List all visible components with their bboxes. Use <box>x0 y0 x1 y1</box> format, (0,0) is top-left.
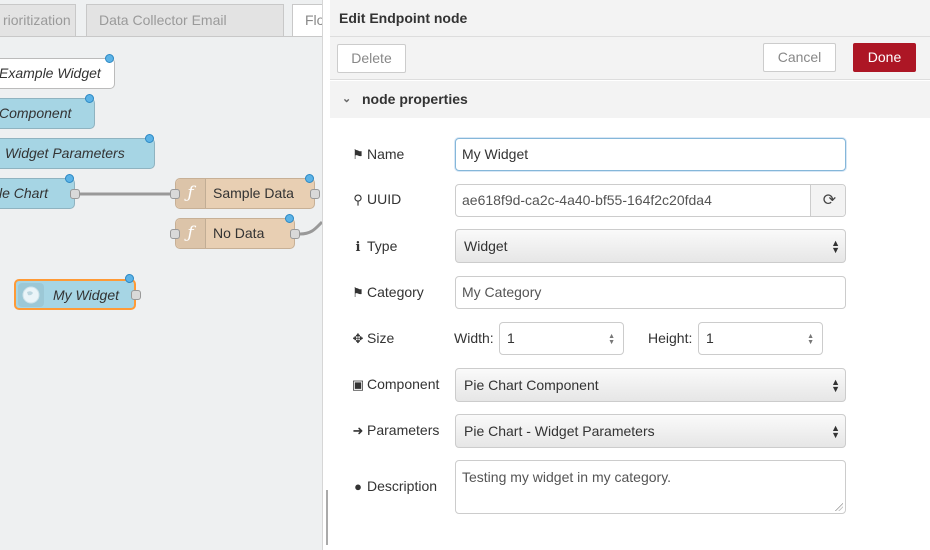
component-select[interactable]: Pie Chart Component ▲ ▼ <box>455 368 846 402</box>
node-sample-data[interactable]: ƒ Sample Data <box>175 178 315 209</box>
category-row: ⚑ Category My Category <box>330 276 930 310</box>
node-status-dot <box>85 94 94 103</box>
refresh-icon[interactable]: ⟳ <box>810 185 845 216</box>
name-row: ⚑ Name My Widget <box>330 138 930 172</box>
select-arrows-icon: ▲ ▼ <box>831 238 840 255</box>
type-label: i Type <box>351 238 398 255</box>
resize-handle-icon[interactable] <box>835 503 843 511</box>
node-status-dot <box>145 134 154 143</box>
function-icon: ƒ <box>176 219 206 248</box>
parameters-row: ➜ Parameters Pie Chart - Widget Parameter… <box>330 414 930 449</box>
node-label: Component <box>0 105 72 121</box>
description-field[interactable]: Testing my widget in my category. <box>455 460 846 514</box>
height-value: 1 <box>706 330 714 346</box>
output-port[interactable] <box>310 189 320 199</box>
height-label: Height: <box>648 330 693 346</box>
key-icon: ⚲ <box>353 192 363 207</box>
node-widget-parameters[interactable]: Widget Parameters <box>0 138 155 169</box>
node-no-data[interactable]: ƒ No Data <box>175 218 295 249</box>
input-port[interactable] <box>170 229 180 239</box>
tag-icon: ⚑ <box>352 147 364 162</box>
output-port[interactable] <box>131 290 141 300</box>
select-arrows-icon: ▲ ▼ <box>831 423 840 440</box>
node-label: Sample Data <box>213 185 294 201</box>
tags-icon: ⚑ <box>352 285 364 300</box>
description-row: ● Description Testing my widget in my cat… <box>330 460 930 514</box>
node-label: Example Widget <box>0 65 101 81</box>
component-value: Pie Chart Component <box>464 377 599 393</box>
info-icon: i <box>355 240 361 255</box>
sign-in-icon: ➜ <box>352 423 364 438</box>
parameters-label: ➜ Parameters <box>352 422 440 438</box>
tray-title: Edit Endpoint node <box>330 0 930 37</box>
spinner-icon[interactable]: ▲ ▼ <box>807 323 814 346</box>
name-label: ⚑ Name <box>352 146 405 162</box>
uuid-row: ⚲ UUID ae618f9d-ca2c-4a40-bf55-164f2c20fd… <box>330 184 930 218</box>
node-status-dot <box>65 174 74 183</box>
globe-icon <box>18 283 44 307</box>
component-row: ▣ Component Pie Chart Component ▲ ▼ <box>330 368 930 403</box>
flow-canvas[interactable]: rioritization Data Collector Email Flo E… <box>0 0 322 550</box>
node-component[interactable]: Component <box>0 98 95 129</box>
splitter-grip[interactable] <box>326 490 328 545</box>
uuid-value: ae618f9d-ca2c-4a40-bf55-164f2c20fda4 <box>462 192 712 208</box>
node-label: No Data <box>213 225 265 241</box>
description-value: Testing my widget in my category. <box>462 469 672 485</box>
component-label: ▣ Component <box>351 376 440 392</box>
section-title: node properties <box>362 91 468 107</box>
tray-toolbar: Delete Cancel Done <box>330 37 930 80</box>
arrows-icon: ✥ <box>352 331 364 346</box>
height-field[interactable]: 1 ▲ ▼ <box>698 322 823 355</box>
node-label: My Widget <box>53 287 120 303</box>
size-label: ✥ Size <box>352 330 395 346</box>
category-field[interactable]: My Category <box>455 276 846 309</box>
width-label: Width: <box>454 330 494 346</box>
size-row: ✥ Size Width: 1 ▲ ▼ Height: 1 ▲ ▼ <box>330 322 930 356</box>
node-example-widget[interactable]: Example Widget <box>0 58 115 89</box>
input-port[interactable] <box>170 189 180 199</box>
panel-splitter[interactable] <box>322 0 330 550</box>
node-label: Widget Parameters <box>5 145 125 161</box>
type-row: i Type Widget ▲ ▼ <box>330 229 930 264</box>
type-select[interactable]: Widget ▲ ▼ <box>455 229 846 263</box>
node-status-dot <box>285 214 294 223</box>
name-field[interactable]: My Widget <box>455 138 846 171</box>
width-value: 1 <box>507 330 515 346</box>
delete-button[interactable]: Delete <box>337 44 406 73</box>
done-button[interactable]: Done <box>853 43 916 72</box>
category-label: ⚑ Category <box>352 284 424 300</box>
node-pie-chart[interactable]: le Chart <box>0 178 75 209</box>
cubes-icon: ▣ <box>351 377 365 392</box>
parameters-value: Pie Chart - Widget Parameters <box>464 423 655 439</box>
wire-no-data-out <box>299 220 322 236</box>
node-label: le Chart <box>0 185 49 201</box>
node-status-dot <box>125 274 134 283</box>
uuid-label: ⚲ UUID <box>351 191 401 208</box>
edit-tray: Edit Endpoint node Delete Cancel Done ⌄ … <box>330 0 930 550</box>
type-value: Widget <box>464 238 508 254</box>
node-status-dot <box>305 174 314 183</box>
chevron-down-icon: ⌄ <box>342 93 352 105</box>
width-field[interactable]: 1 ▲ ▼ <box>499 322 624 355</box>
parameters-select[interactable]: Pie Chart - Widget Parameters ▲ ▼ <box>455 414 846 448</box>
select-arrows-icon: ▲ ▼ <box>831 377 840 394</box>
output-port[interactable] <box>70 189 80 199</box>
description-label: ● Description <box>351 478 437 494</box>
cancel-button[interactable]: Cancel <box>763 43 836 72</box>
output-port[interactable] <box>290 229 300 239</box>
comment-icon: ● <box>354 479 362 494</box>
node-status-dot <box>105 54 114 63</box>
uuid-field[interactable]: ae618f9d-ca2c-4a40-bf55-164f2c20fda4 ⟳ <box>455 184 846 217</box>
node-properties-section[interactable]: ⌄ node properties <box>330 81 930 118</box>
spinner-icon[interactable]: ▲ ▼ <box>608 323 615 346</box>
function-icon: ƒ <box>176 179 206 208</box>
node-my-widget[interactable]: My Widget <box>14 279 136 310</box>
